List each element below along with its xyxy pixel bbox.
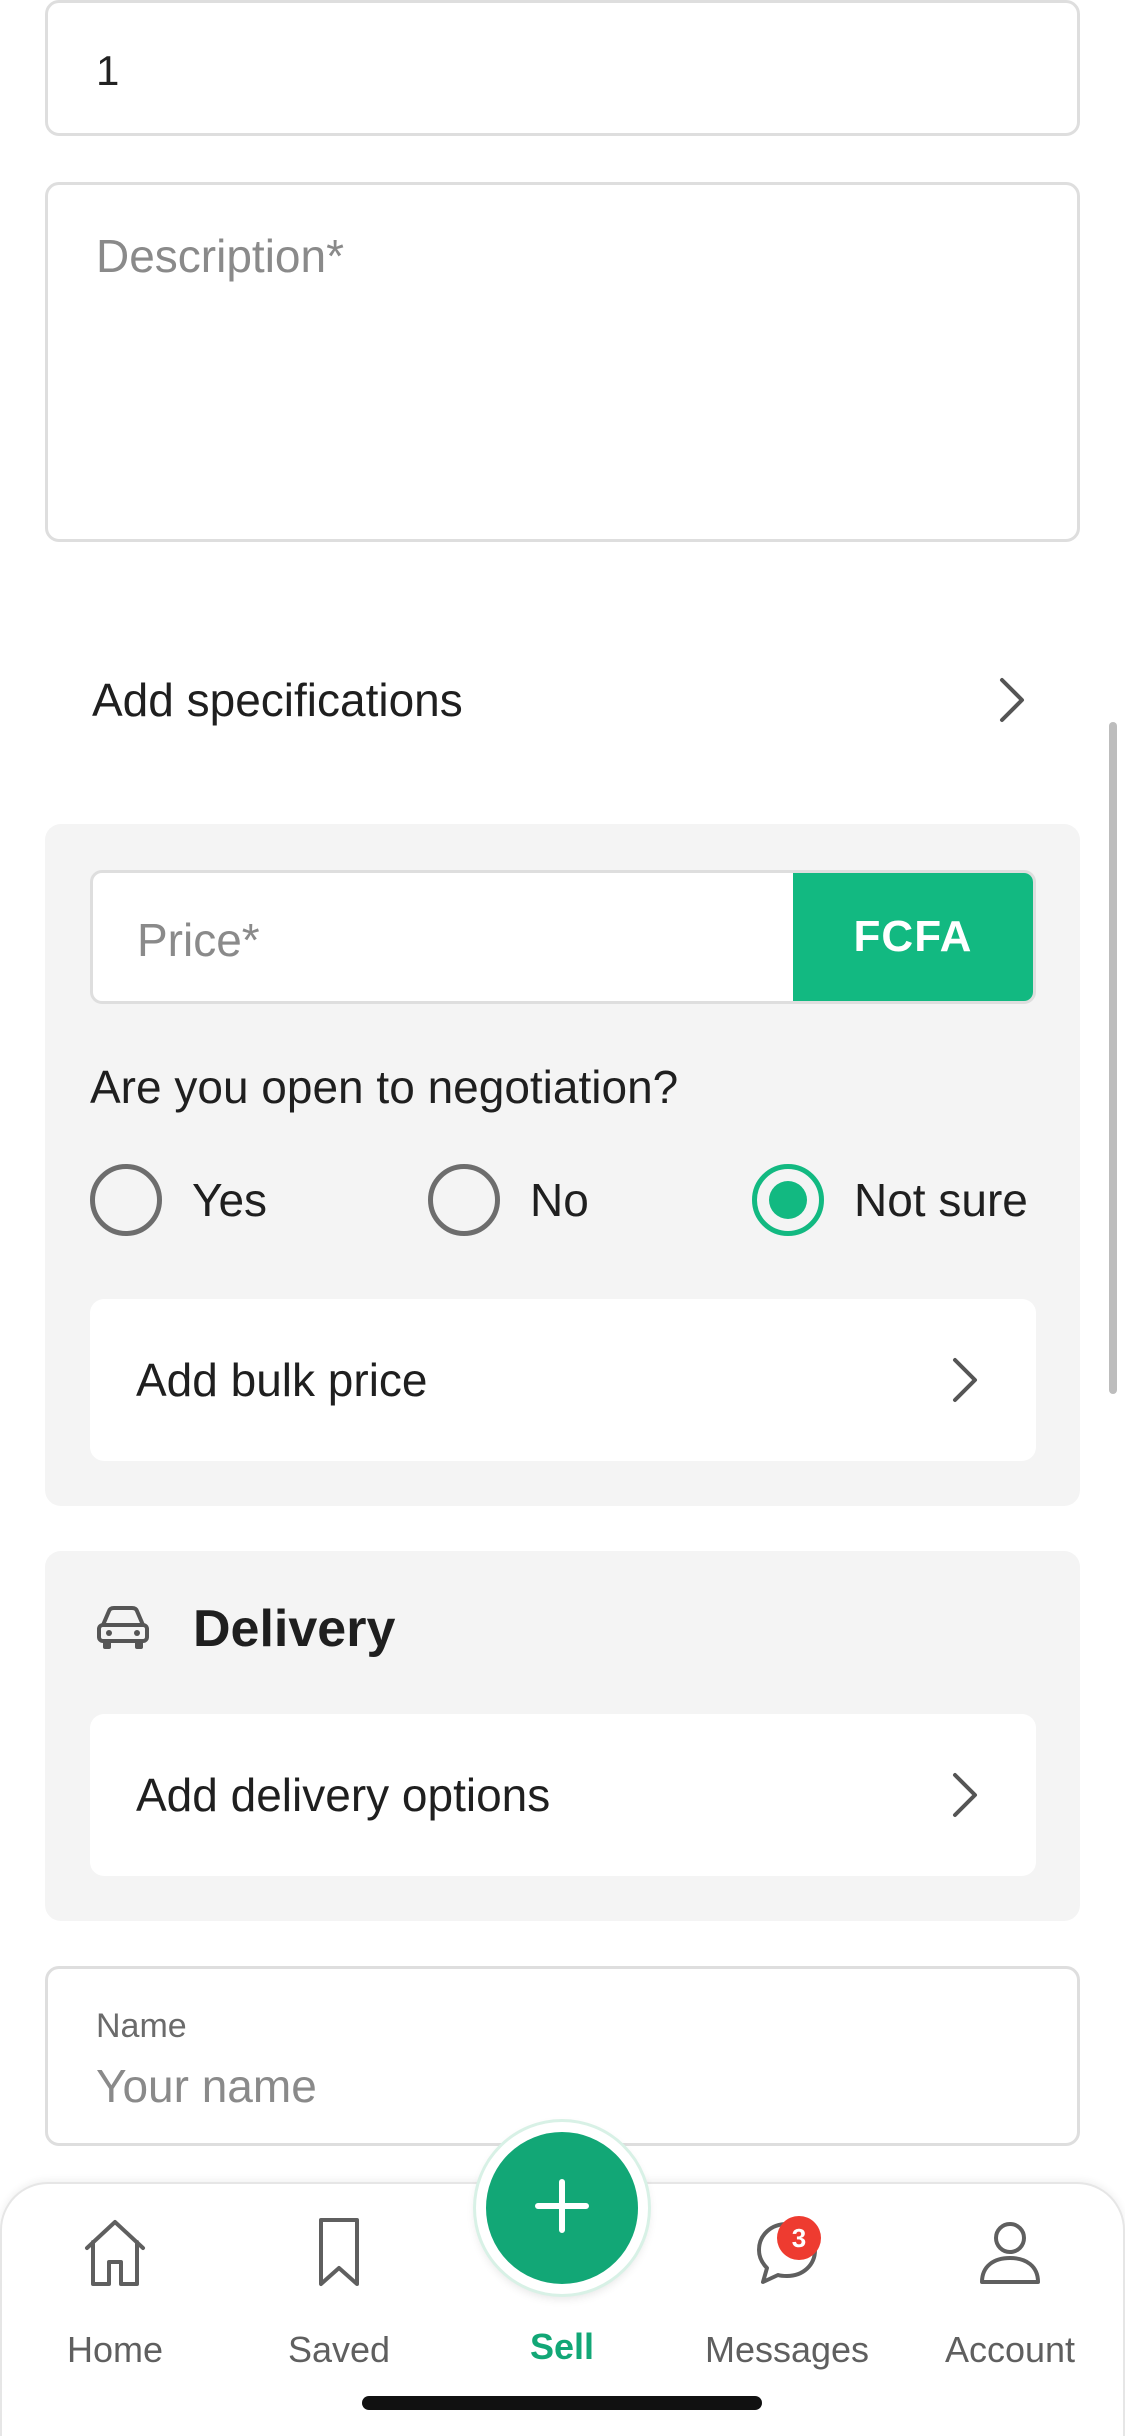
radio-unselected-icon [90, 1164, 162, 1236]
tab-messages[interactable]: 3 Messages [687, 2214, 887, 2371]
negotiation-option-no[interactable]: No [428, 1164, 589, 1236]
add-bulk-price-row[interactable]: Add bulk price [90, 1299, 1036, 1461]
delivery-header: Delivery [95, 1599, 395, 1659]
tab-saved-label: Saved [287, 2329, 391, 2370]
radio-label: Not sure [854, 1174, 1028, 1226]
add-delivery-options-label: Add delivery options [136, 1769, 551, 1821]
add-bulk-price-label: Add bulk price [136, 1354, 428, 1406]
home-indicator [362, 2396, 762, 2410]
plus-icon [532, 2176, 592, 2241]
tab-home-label: Home [66, 2329, 164, 2370]
add-specifications-label: Add specifications [92, 674, 463, 726]
chevron-right-icon [944, 1771, 986, 1819]
radio-label: No [530, 1174, 589, 1226]
tab-messages-label: Messages [704, 2329, 870, 2370]
delivery-title: Delivery [193, 1600, 396, 1658]
person-icon [974, 2222, 1046, 2294]
negotiation-option-not-sure[interactable]: Not sure [752, 1164, 1028, 1236]
title-input-value: 1 [96, 47, 120, 94]
name-input[interactable]: Name Your name [45, 1966, 1080, 2146]
title-input[interactable]: 1 [45, 0, 1080, 136]
name-placeholder: Your name [96, 2060, 317, 2112]
bookmark-icon [303, 2218, 375, 2294]
tab-account-label: Account [944, 2329, 1076, 2370]
chevron-right-icon [991, 676, 1033, 724]
negotiation-option-yes[interactable]: Yes [90, 1164, 267, 1236]
price-placeholder: Price* [137, 914, 260, 966]
name-label: Name [96, 2007, 187, 2045]
chat-bubble-icon: 3 [751, 2214, 823, 2295]
sell-button[interactable] [476, 2122, 648, 2294]
messages-badge: 3 [777, 2216, 821, 2260]
tab-sell-label: Sell [529, 2326, 595, 2367]
price-input[interactable]: Price* FCFA [90, 870, 1036, 1004]
scrollbar[interactable] [1109, 722, 1117, 1394]
add-specifications-row[interactable]: Add specifications [92, 660, 1033, 740]
add-delivery-options-row[interactable]: Add delivery options [90, 1714, 1036, 1876]
radio-unselected-icon [428, 1164, 500, 1236]
tab-saved[interactable]: Saved [239, 2214, 439, 2371]
negotiation-question: Are you open to negotiation? [90, 1061, 679, 1113]
home-icon [79, 2220, 151, 2294]
currency-button[interactable]: FCFA [793, 873, 1033, 1001]
chevron-right-icon [944, 1356, 986, 1404]
delivery-panel: Delivery Add delivery options [45, 1551, 1080, 1921]
description-input[interactable]: Description* [45, 182, 1080, 542]
radio-label: Yes [192, 1174, 268, 1226]
car-icon [95, 1603, 151, 1656]
description-placeholder: Description* [96, 230, 344, 282]
tab-account[interactable]: Account [910, 2214, 1110, 2371]
radio-selected-icon [752, 1164, 824, 1236]
tab-home[interactable]: Home [15, 2214, 215, 2371]
price-panel: Price* FCFA Are you open to negotiation?… [45, 824, 1080, 1506]
